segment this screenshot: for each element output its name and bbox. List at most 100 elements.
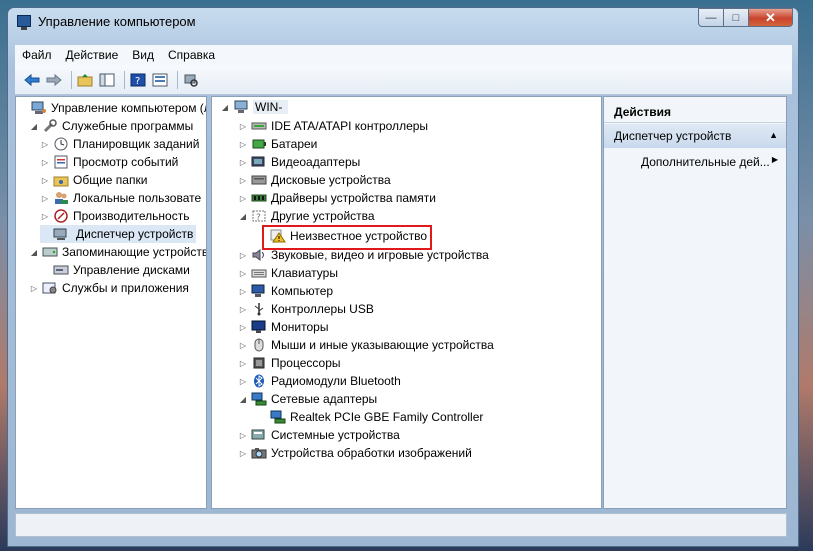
maximize-button[interactable]: □: [724, 8, 749, 27]
expand-arrow-icon[interactable]: ▷: [238, 122, 248, 131]
menu-view[interactable]: Вид: [125, 48, 161, 62]
expand-arrow-icon[interactable]: ▷: [238, 269, 248, 278]
navigation-tree-panel: Управление компьютером (л ◢ Служебные прог…: [15, 96, 207, 509]
bluetooth-icon: [251, 374, 267, 388]
memory-driver-icon: [251, 191, 267, 205]
tree-item[interactable]: ◢ Запоминающие устройств: [29, 243, 207, 261]
expand-arrow-icon[interactable]: ▷: [40, 158, 50, 167]
shared-folders-icon: [53, 173, 69, 187]
expand-arrow-icon[interactable]: ▷: [238, 359, 248, 368]
status-bar: [15, 513, 787, 537]
expand-arrow-icon[interactable]: ▷: [238, 287, 248, 296]
menu-file[interactable]: Файл: [15, 48, 59, 62]
tree-item[interactable]: ▷ Локальные пользовате: [40, 189, 201, 207]
device-category-item[interactable]: ▷ Мониторы: [238, 318, 329, 336]
expand-arrow-icon[interactable]: ▷: [40, 176, 50, 185]
toolbar-separator: [71, 70, 72, 89]
expand-arrow-icon[interactable]: ▷: [238, 431, 248, 440]
device-item-label: Драйверы устройства памяти: [271, 191, 436, 205]
keyboard-icon: [251, 266, 267, 280]
close-button[interactable]: ✕: [749, 8, 793, 27]
collapse-arrow-icon[interactable]: ◢: [29, 248, 39, 257]
expand-arrow-icon[interactable]: ▷: [238, 140, 248, 149]
expand-arrow-icon[interactable]: ▷: [238, 377, 248, 386]
device-item-label: Батареи: [271, 137, 318, 151]
expand-arrow-icon[interactable]: ▷: [238, 305, 248, 314]
collapse-arrow-icon[interactable]: ◢: [29, 122, 39, 131]
tree-item[interactable]: ▷ Общие папки: [40, 171, 148, 189]
device-category-item[interactable]: ▷ Радиомодули Bluetooth: [238, 372, 401, 390]
device-category-item[interactable]: ▷ IDE ATA/ATAPI контроллеры: [238, 117, 428, 135]
device-item-label: Системные устройства: [271, 428, 400, 442]
device-category-item[interactable]: ▷ Видеоадаптеры: [238, 153, 360, 171]
device-category-item[interactable]: ▷ Контроллеры USB: [238, 300, 374, 318]
tree-item-label: Запоминающие устройств: [62, 245, 207, 259]
device-category-item[interactable]: ▷ Мыши и иные указывающие устройства: [238, 336, 494, 354]
device-category-item[interactable]: ▷ Системные устройства: [238, 426, 400, 444]
expand-arrow-icon[interactable]: ▷: [238, 449, 248, 458]
caption-buttons: — □ ✕: [698, 8, 793, 27]
mouse-icon: [251, 338, 267, 352]
device-category-item[interactable]: Realtek PCIe GBE Family Controller: [257, 408, 483, 426]
expand-arrow-icon[interactable]: ▷: [40, 194, 50, 203]
expand-arrow-icon[interactable]: ▷: [238, 176, 248, 185]
expand-arrow-icon[interactable]: ▷: [238, 158, 248, 167]
unknown-device-item[interactable]: Неизвестное устройство: [257, 227, 427, 245]
expand-arrow-icon[interactable]: ▷: [238, 323, 248, 332]
collapse-arrow-icon[interactable]: ◢: [238, 212, 248, 221]
collapse-arrow-icon[interactable]: ◢: [220, 103, 230, 112]
device-item-label: Неизвестное устройство: [290, 229, 428, 243]
device-category-item[interactable]: ▷ Звуковые, видео и игровые устройства: [238, 246, 489, 264]
up-folder-icon[interactable]: [76, 71, 94, 89]
device-category-item[interactable]: ▷ Компьютер: [238, 282, 333, 300]
tree-item[interactable]: ◢ Служебные программы: [29, 117, 193, 135]
collapse-up-icon[interactable]: ▲: [769, 130, 778, 140]
expand-arrow-icon[interactable]: ▷: [238, 341, 248, 350]
forward-arrow-icon[interactable]: [45, 71, 63, 89]
toolbar-separator: [177, 70, 178, 89]
menu-help[interactable]: Справка: [161, 48, 222, 62]
usb-icon: [251, 302, 267, 316]
tree-item-label: Планировщик заданий: [73, 137, 200, 151]
tree-item[interactable]: Управление дисками: [40, 261, 190, 279]
tree-item[interactable]: ▷ Производительность: [40, 207, 190, 225]
clock-icon: [53, 137, 69, 151]
tree-item[interactable]: Диспетчер устройств: [40, 225, 197, 243]
device-category-item[interactable]: ▷ Клавиатуры: [238, 264, 338, 282]
sound-icon: [251, 248, 267, 262]
device-category-item[interactable]: ▷ Устройства обработки изображений: [238, 444, 472, 462]
tree-item[interactable]: ▷ Службы и приложения: [29, 279, 189, 297]
device-item-label: Клавиатуры: [271, 266, 338, 280]
users-icon: [53, 191, 69, 205]
tree-item[interactable]: ▷ Планировщик заданий: [40, 135, 199, 153]
expand-arrow-icon[interactable]: ▷: [29, 284, 39, 293]
device-item-label: IDE ATA/ATAPI контроллеры: [271, 119, 429, 133]
menu-action[interactable]: Действие: [59, 48, 126, 62]
expand-arrow-icon[interactable]: ▷: [238, 194, 248, 203]
tree-item[interactable]: ▷ Просмотр событий: [40, 153, 178, 171]
submenu-arrow-icon[interactable]: ▶: [772, 155, 778, 164]
device-category-item[interactable]: ▷ Процессоры: [238, 354, 341, 372]
tree-item-label: Управление дисками: [73, 263, 190, 277]
collapse-arrow-icon[interactable]: ◢: [238, 395, 248, 404]
actions-section-device-manager[interactable]: Диспетчер устройств ▲: [604, 124, 786, 148]
device-category-item[interactable]: ▷ Батареи: [238, 135, 317, 153]
expand-arrow-icon[interactable]: ▷: [238, 251, 248, 260]
device-category-item[interactable]: ▷ Дисковые устройства: [238, 171, 391, 189]
more-actions-link[interactable]: Дополнительные дей...: [641, 155, 770, 169]
device-tree-root[interactable]: ◢ WIN-: [220, 98, 289, 116]
title-bar[interactable]: Управление компьютером — □ ✕: [8, 8, 798, 36]
device-category-item[interactable]: ▷ Драйверы устройства памяти: [238, 189, 436, 207]
back-arrow-icon[interactable]: [23, 71, 41, 89]
help-icon[interactable]: ?: [129, 71, 147, 89]
expand-arrow-icon[interactable]: ▷: [40, 212, 50, 221]
properties-icon[interactable]: [151, 71, 169, 89]
device-category-item[interactable]: ◢ Сетевые адаптеры: [238, 390, 377, 408]
expand-arrow-icon[interactable]: ▷: [40, 140, 50, 149]
device-category-item[interactable]: ◢? Другие устройства: [238, 207, 375, 225]
device-item-label: Контроллеры USB: [271, 302, 374, 316]
tree-item[interactable]: Управление компьютером (л: [18, 99, 206, 117]
show-tree-icon[interactable]: [98, 71, 116, 89]
scan-hardware-icon[interactable]: [182, 71, 200, 89]
minimize-button[interactable]: —: [698, 8, 724, 27]
